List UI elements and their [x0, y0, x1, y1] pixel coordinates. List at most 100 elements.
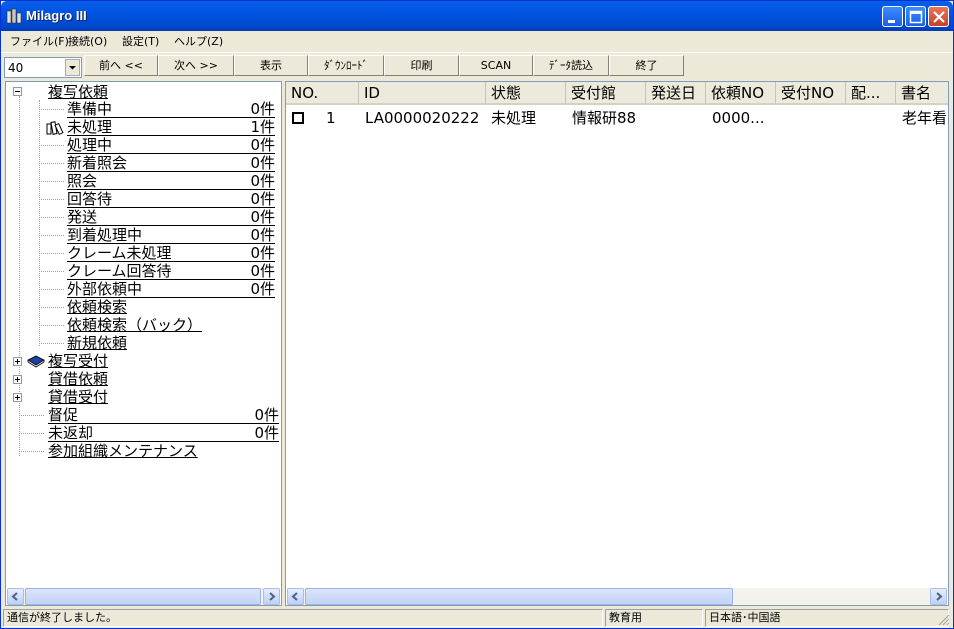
- tree-label: 依頼検索: [67, 298, 128, 316]
- tree-label: 新着照会: [67, 154, 128, 172]
- tree-item-arrival-processing[interactable]: 到着処理中 0件: [67, 226, 275, 244]
- scroll-thumb[interactable]: [305, 588, 733, 605]
- exit-button[interactable]: 終了: [609, 55, 684, 76]
- menu-settings[interactable]: 設定(T): [119, 33, 162, 49]
- tree-item-claim-awaiting[interactable]: クレーム回答待 0件: [67, 262, 275, 280]
- tree-count: 0件: [254, 424, 279, 442]
- cell-receipt-no: [782, 108, 846, 128]
- list-header: NO. ID 状態 受付館 発送日 依頼NO 受付NO 配... 書名: [286, 82, 948, 105]
- expand-icon[interactable]: [13, 357, 22, 366]
- tree-label: 準備中: [67, 100, 113, 118]
- expand-icon[interactable]: [13, 393, 22, 402]
- scroll-left-button[interactable]: [7, 588, 24, 605]
- title-bar[interactable]: Milagro III: [1, 1, 953, 31]
- tree-count: 0件: [250, 172, 275, 190]
- tree-item-unreturned[interactable]: 未返却 0件: [48, 424, 279, 442]
- tree-label: 回答待: [67, 190, 113, 208]
- tree-item-new-inquiry[interactable]: 新着照会 0件: [67, 154, 275, 172]
- page-size-select[interactable]: 40: [4, 57, 82, 78]
- tree-item-request-search-back[interactable]: 依頼検索（バック）: [67, 316, 275, 334]
- column-header-title[interactable]: 書名: [896, 82, 948, 104]
- tree-horizontal-scrollbar[interactable]: [7, 588, 280, 605]
- chevron-down-icon[interactable]: [65, 59, 80, 76]
- tree-count: 1件: [250, 118, 275, 136]
- menu-help[interactable]: ヘルプ(Z): [171, 33, 226, 49]
- tree-item-org-maintenance[interactable]: 参加組織メンテナンス: [48, 442, 279, 460]
- tree-root-copy-request[interactable]: 複写依頼: [48, 83, 128, 101]
- minimize-button[interactable]: [882, 6, 903, 27]
- expand-icon[interactable]: [13, 375, 22, 384]
- status-message: 通信が終了しました。: [3, 609, 603, 627]
- print-button[interactable]: 印刷: [384, 55, 459, 76]
- app-logo-icon: [6, 8, 22, 24]
- tree-line: [39, 271, 64, 272]
- tree-label: 到着処理中: [67, 226, 143, 244]
- tree-item-preparing[interactable]: 準備中 0件: [67, 100, 275, 118]
- tree-item-unprocessed[interactable]: 未処理 1件: [67, 118, 275, 136]
- resize-grip-icon[interactable]: [937, 613, 950, 626]
- prev-button[interactable]: 前へ <<: [84, 55, 158, 76]
- tree-item-processing[interactable]: 処理中 0件: [67, 136, 275, 154]
- menu-connect[interactable]: 接続(O): [65, 33, 110, 49]
- tree-label: 依頼検索（バック）: [67, 316, 203, 334]
- tree-line: [39, 100, 40, 346]
- tree-item-external-request[interactable]: 外部依頼中 0件: [67, 280, 275, 298]
- scan-button[interactable]: SCAN: [459, 55, 533, 76]
- maximize-button[interactable]: [905, 6, 926, 27]
- column-header-delivery[interactable]: 配...: [846, 82, 896, 104]
- tree-line: [19, 433, 44, 434]
- tree-count: 0件: [250, 154, 275, 172]
- tree-label: 未返却: [48, 424, 94, 442]
- column-header-no[interactable]: NO.: [286, 82, 359, 104]
- column-header-library[interactable]: 受付館: [566, 82, 646, 104]
- scroll-left-button[interactable]: [287, 588, 304, 605]
- tree-label: クレーム回答待: [67, 262, 172, 280]
- collapse-icon[interactable]: [13, 87, 22, 96]
- list-horizontal-scrollbar[interactable]: [287, 588, 947, 605]
- data-import-button[interactable]: ﾃﾞｰﾀ読込: [533, 55, 609, 76]
- tree-count: 0件: [250, 208, 275, 226]
- column-header-ship-date[interactable]: 発送日: [646, 82, 706, 104]
- row-checkbox[interactable]: [292, 112, 304, 124]
- column-header-status[interactable]: 状態: [486, 82, 566, 104]
- scroll-right-button[interactable]: [930, 588, 947, 605]
- tree-item-inquiry[interactable]: 照会 0件: [67, 172, 275, 190]
- tree-root-copy-receipt[interactable]: 複写受付: [48, 352, 168, 370]
- tree-label: 外部依頼中: [67, 280, 143, 298]
- tree-item-claim-unprocessed[interactable]: クレーム未処理 0件: [67, 244, 275, 262]
- close-button[interactable]: [928, 6, 949, 27]
- tree-item-request-search[interactable]: 依頼検索: [67, 298, 275, 316]
- column-header-id[interactable]: ID: [359, 82, 486, 104]
- tree-count: 0件: [250, 244, 275, 262]
- tree-line: [19, 415, 44, 416]
- tree-label: 貸借受付: [48, 388, 109, 406]
- scroll-right-button[interactable]: [263, 588, 280, 605]
- menu-file[interactable]: ファイル(F): [7, 33, 72, 49]
- tree-label: 督促: [48, 406, 79, 424]
- tree-item-reminder[interactable]: 督促 0件: [48, 406, 279, 424]
- column-header-request-no[interactable]: 依頼NO: [706, 82, 776, 104]
- cell-id: LA0000020222: [365, 109, 480, 127]
- tree-item-shipped[interactable]: 発送 0件: [67, 208, 275, 226]
- column-header-receipt-no[interactable]: 受付NO: [776, 82, 846, 104]
- status-mode: 教育用: [605, 609, 703, 627]
- menu-bar: ファイル(F) 接続(O) 設定(T) ヘルプ(Z): [1, 31, 953, 51]
- app-window: Milagro III ファイル(F) 接続(O) 設定(T) ヘルプ(Z) 4…: [0, 0, 954, 629]
- tree-root-loan-receipt[interactable]: 貸借受付: [48, 388, 168, 406]
- scroll-thumb[interactable]: [25, 588, 261, 605]
- cell-no: 1: [326, 109, 336, 127]
- window-title: Milagro III: [26, 8, 87, 23]
- tree-line: [39, 109, 64, 110]
- books-icon: [46, 121, 64, 136]
- request-list: NO. ID 状態 受付館 発送日 依頼NO 受付NO 配... 書名 1 LA…: [285, 81, 949, 606]
- display-button[interactable]: 表示: [234, 55, 308, 76]
- tree-root-loan-request[interactable]: 貸借依頼: [48, 370, 168, 388]
- tree-line: [39, 235, 64, 236]
- tree-item-new-request[interactable]: 新規依頼: [67, 334, 275, 352]
- next-button[interactable]: 次へ >>: [158, 55, 234, 76]
- download-button[interactable]: ﾀﾞｳﾝﾛｰﾄﾞ: [308, 55, 384, 76]
- tree-item-awaiting-reply[interactable]: 回答待 0件: [67, 190, 275, 208]
- tree-line: [39, 307, 64, 308]
- table-row[interactable]: 1 LA0000020222 未処理 情報研88 0000... 老年看: [286, 108, 948, 128]
- chevron-left-icon: [11, 592, 18, 601]
